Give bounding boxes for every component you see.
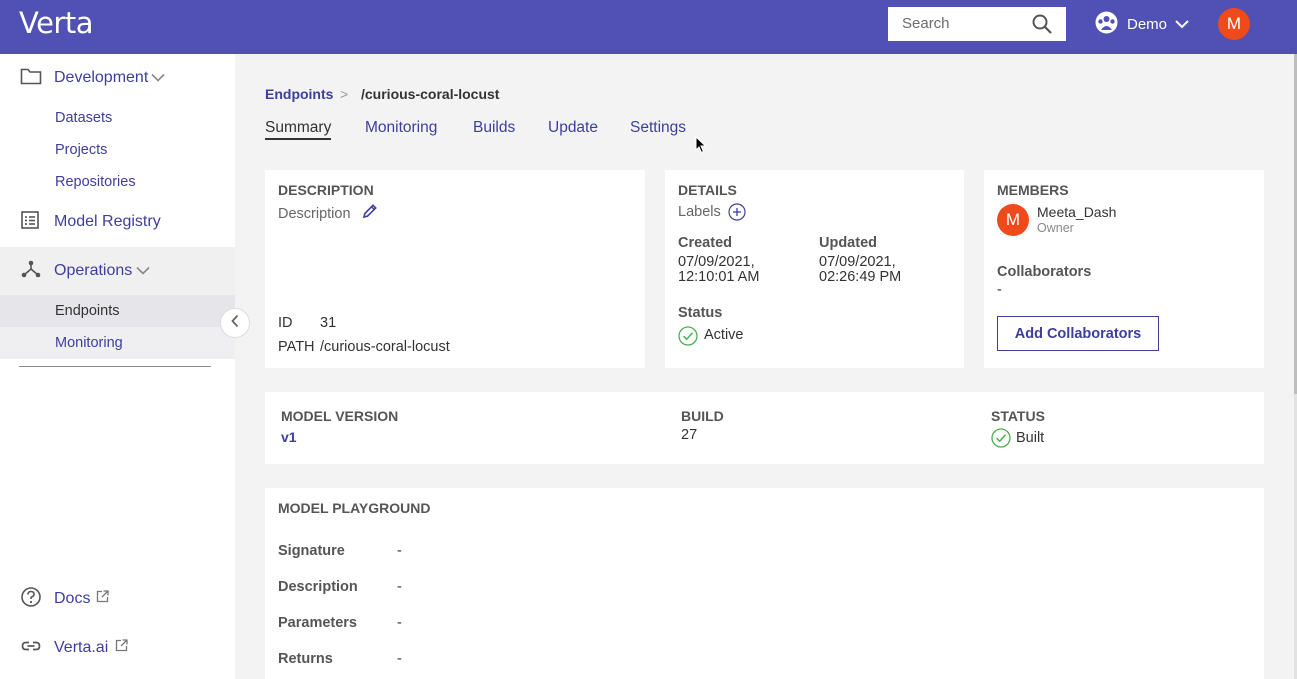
- add-collaborators-button[interactable]: Add Collaborators: [997, 316, 1159, 351]
- mouse-cursor-icon: [695, 135, 707, 159]
- sidebar-item-repositories[interactable]: Repositories: [55, 174, 136, 190]
- member-name: Meeta_Dash: [1037, 204, 1117, 220]
- labels-text: Labels: [678, 204, 721, 220]
- sidebar-item-model-registry[interactable]: Model Registry: [0, 210, 235, 234]
- created-time: 12:10:01 AM: [678, 269, 760, 285]
- chevron-down-icon: [1175, 16, 1189, 33]
- sidebar-item-monitoring[interactable]: Monitoring: [55, 335, 123, 351]
- created-date: 07/09/2021,: [678, 254, 755, 270]
- search-input[interactable]: [902, 15, 1032, 32]
- check-circle-icon: [678, 326, 698, 351]
- tab-monitoring[interactable]: Monitoring: [365, 119, 437, 137]
- breadcrumb-separator: >: [340, 86, 349, 102]
- members-heading: MEMBERS: [997, 182, 1069, 198]
- tab-builds[interactable]: Builds: [473, 119, 515, 137]
- registry-icon: [20, 210, 40, 235]
- external-link-icon: [96, 590, 109, 608]
- details-heading: DETAILS: [678, 182, 737, 198]
- sidebar: Development Datasets Projects Repositori…: [0, 54, 235, 679]
- sidebar-item-docs[interactable]: Docs: [0, 586, 235, 613]
- tab-summary[interactable]: Summary: [265, 119, 332, 140]
- build-label: BUILD: [681, 408, 724, 424]
- verta-logo[interactable]: Verta: [19, 6, 94, 40]
- path-value: /curious-coral-locust: [320, 339, 450, 355]
- details-card: DETAILS Labels Created 07/09/2021, 12:10…: [665, 170, 964, 368]
- id-value: 31: [320, 315, 337, 331]
- add-label-icon[interactable]: [728, 203, 746, 226]
- sidebar-item-projects[interactable]: Projects: [55, 142, 107, 158]
- breadcrumb-current: /curious-coral-locust: [361, 86, 500, 102]
- updated-label: Updated: [819, 235, 877, 251]
- updated-time: 02:26:49 PM: [819, 269, 902, 285]
- link-icon: [20, 635, 42, 662]
- updated-date: 07/09/2021,: [819, 254, 896, 270]
- sidebar-item-label: Verta.ai: [54, 639, 109, 656]
- sidebar-item-label: Model Registry: [54, 213, 161, 230]
- chevron-down-icon[interactable]: [136, 262, 150, 280]
- signature-label: Signature: [278, 543, 345, 559]
- description-heading: DESCRIPTION: [278, 182, 374, 198]
- member-avatar: M: [997, 204, 1029, 236]
- tab-settings[interactable]: Settings: [630, 119, 686, 137]
- collaborators-value: -: [997, 282, 1002, 298]
- chevron-left-icon: [230, 314, 240, 333]
- user-avatar[interactable]: M: [1218, 8, 1250, 40]
- path-label: PATH: [278, 339, 315, 355]
- external-link-icon: [115, 639, 128, 657]
- returns-label: Returns: [278, 651, 333, 667]
- folder-icon: [20, 67, 42, 90]
- members-card: MEMBERS M Meeta_Dash Owner Collaborators…: [984, 170, 1264, 368]
- member-role: Owner: [1037, 221, 1074, 235]
- search-box[interactable]: [888, 7, 1066, 41]
- workspace-icon: [1094, 10, 1119, 39]
- breadcrumb-endpoints[interactable]: Endpoints: [265, 86, 333, 102]
- created-label: Created: [678, 235, 732, 251]
- parameters-label: Parameters: [278, 615, 357, 631]
- signature-value: -: [397, 543, 402, 559]
- sidebar-divider: [19, 366, 211, 367]
- build-value: 27: [681, 427, 698, 443]
- operations-icon: [20, 258, 42, 285]
- description-value: -: [397, 579, 402, 595]
- model-version-card: MODEL VERSION v1 BUILD 27 STATUS Built: [265, 392, 1264, 464]
- description-text: Description: [278, 206, 351, 222]
- model-version-label: MODEL VERSION: [281, 408, 399, 424]
- edit-pencil-icon[interactable]: [362, 203, 378, 224]
- parameters-value: -: [397, 615, 402, 631]
- collaborators-label: Collaborators: [997, 264, 1092, 280]
- tab-update[interactable]: Update: [548, 119, 598, 137]
- model-playground-card: MODEL PLAYGROUND Signature - Description…: [265, 488, 1264, 679]
- sidebar-item-operations[interactable]: Operations: [0, 259, 235, 283]
- sidebar-item-label: Docs: [54, 590, 91, 607]
- chevron-down-icon[interactable]: [151, 69, 165, 87]
- returns-value: -: [397, 651, 402, 667]
- status-label: STATUS: [991, 408, 1045, 424]
- status-label: Status: [678, 305, 723, 321]
- id-label: ID: [278, 315, 293, 331]
- sidebar-item-verta-ai[interactable]: Verta.ai: [0, 636, 235, 660]
- sidebar-item-label: Operations: [54, 262, 133, 279]
- top-bar: Verta Demo M: [0, 0, 1297, 54]
- playground-heading: MODEL PLAYGROUND: [278, 500, 431, 516]
- description-label: Description: [278, 579, 358, 595]
- description-card: DESCRIPTION Description ID 31 PATH /curi…: [265, 170, 645, 368]
- sidebar-item-datasets[interactable]: Datasets: [55, 110, 112, 126]
- workspace-name: Demo: [1127, 15, 1168, 33]
- status-value: Active: [704, 327, 744, 343]
- sidebar-item-endpoints[interactable]: Endpoints: [55, 303, 120, 319]
- help-icon: [20, 586, 42, 613]
- search-icon[interactable]: [1031, 13, 1053, 40]
- sidebar-item-development[interactable]: Development: [0, 66, 235, 90]
- build-status-value: Built: [1016, 430, 1045, 446]
- collapse-sidebar-button[interactable]: [220, 308, 250, 338]
- workspace-selector[interactable]: Demo: [1094, 11, 1189, 37]
- check-circle-icon: [991, 428, 1011, 453]
- model-version-link[interactable]: v1: [281, 429, 297, 445]
- sidebar-item-label: Development: [54, 69, 149, 86]
